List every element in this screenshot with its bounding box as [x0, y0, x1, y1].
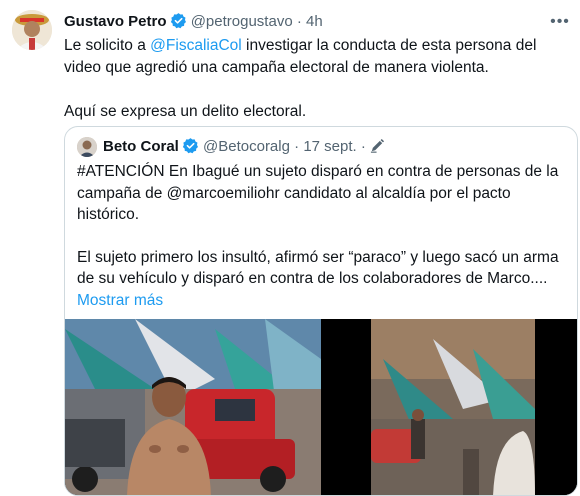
tweet-time[interactable]: 4h	[306, 13, 323, 30]
quote-date[interactable]: 17 sept.	[303, 138, 356, 155]
video-thumbnail-1[interactable]	[65, 319, 321, 495]
quote-separator-2: ·	[360, 138, 366, 155]
author-name[interactable]: Gustavo Petro	[64, 13, 167, 30]
mention-link[interactable]: @FiscaliaCol	[150, 37, 242, 54]
tweet-text: Le solicito a @FiscaliaCol investigar la…	[64, 35, 570, 123]
quote-author-avatar[interactable]	[77, 137, 97, 157]
quote-media[interactable]	[65, 319, 577, 495]
quote-header: Beto Coral @Betocoralg · 17 sept. ·	[103, 137, 385, 160]
author-handle[interactable]: @petrogustavo	[191, 13, 293, 30]
tweet-text-line2: Aquí se expresa un delito electoral.	[64, 103, 307, 120]
quote-text: #ATENCIÓN En Ibagué un sujeto disparó en…	[77, 161, 567, 311]
video-thumbnail-2[interactable]	[323, 319, 577, 495]
quote-verified-badge-icon	[182, 137, 199, 160]
verified-badge-icon	[170, 12, 187, 35]
show-more-link[interactable]: Mostrar más	[77, 292, 163, 309]
more-dots-icon[interactable]: •••	[550, 14, 570, 30]
quote-paragraph-2: El sujeto primero los insultó, afirmó se…	[77, 248, 559, 288]
tweet-header: Gustavo Petro @petrogustavo · 4h	[64, 12, 564, 32]
tweet-text-start: Le solicito a	[64, 37, 151, 54]
quote-paragraph-1: #ATENCIÓN En Ibagué un sujeto disparó en…	[77, 163, 559, 223]
pencil-icon	[370, 138, 385, 159]
quoted-tweet[interactable]: Beto Coral @Betocoralg · 17 sept. · #ATE…	[64, 126, 578, 496]
header-separator: ·	[296, 13, 302, 30]
quote-author-handle[interactable]: @Betocoralg	[203, 138, 290, 155]
tweet[interactable]: Gustavo Petro @petrogustavo · 4h ••• Le …	[0, 0, 580, 496]
quote-author-name[interactable]: Beto Coral	[103, 138, 179, 155]
quote-separator: ·	[294, 138, 300, 155]
author-avatar[interactable]	[12, 10, 52, 50]
